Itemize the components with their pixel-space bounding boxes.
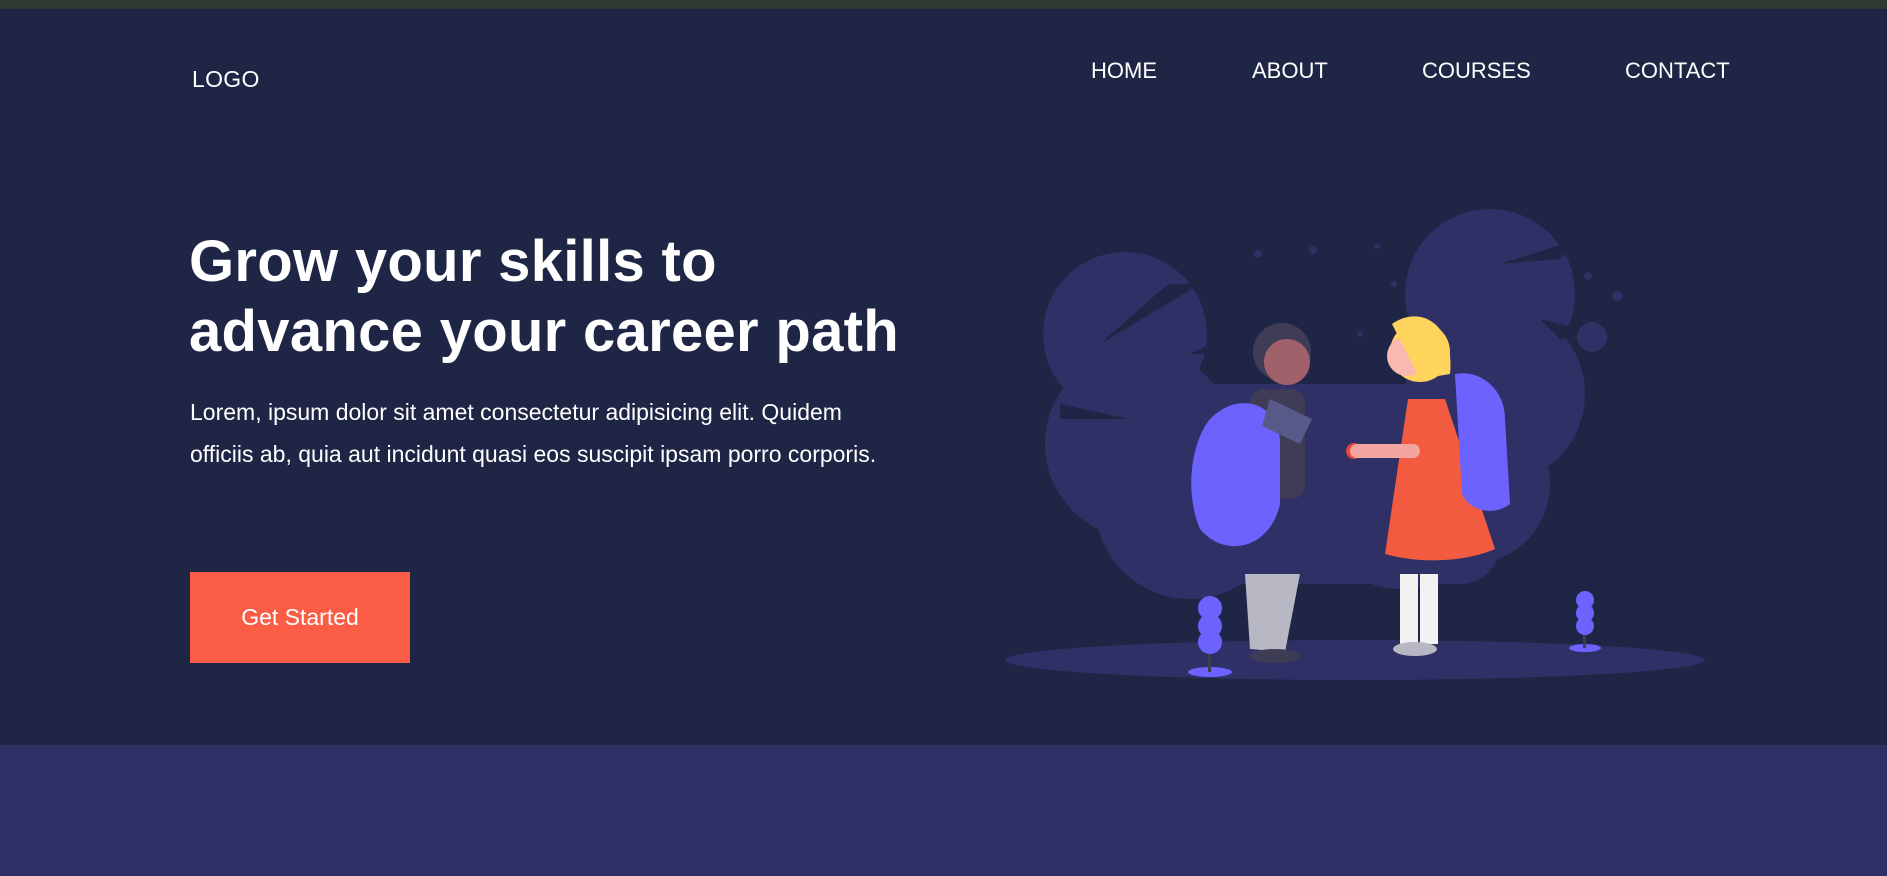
background-blobs — [1043, 209, 1585, 599]
plant-right-icon — [1569, 591, 1601, 652]
nav-about-link[interactable]: ABOUT — [1252, 58, 1328, 84]
hero-headline-line-1: Grow your skills to — [189, 229, 717, 294]
next-section-band — [0, 745, 1887, 876]
hero-headline-line-2: advance your career path — [189, 299, 899, 364]
hero-lead-text: Lorem, ipsum dolor sit amet consectetur … — [190, 399, 877, 467]
nav-home-link[interactable]: HOME — [1091, 58, 1157, 84]
hero-headline: Grow your skills to advance your career … — [189, 227, 949, 367]
nav-contact-link[interactable]: CONTACT — [1625, 58, 1730, 84]
hero-section: LOGO HOME ABOUT COURSES CONTACT Grow you… — [0, 9, 1887, 745]
site-logo[interactable]: LOGO — [192, 66, 260, 93]
browser-top-strip — [0, 0, 1887, 9]
nav-courses-link[interactable]: COURSES — [1422, 58, 1531, 84]
ground-shadow — [1005, 640, 1705, 680]
get-started-button[interactable]: Get Started — [190, 572, 410, 663]
students-illustration — [1005, 209, 1705, 680]
